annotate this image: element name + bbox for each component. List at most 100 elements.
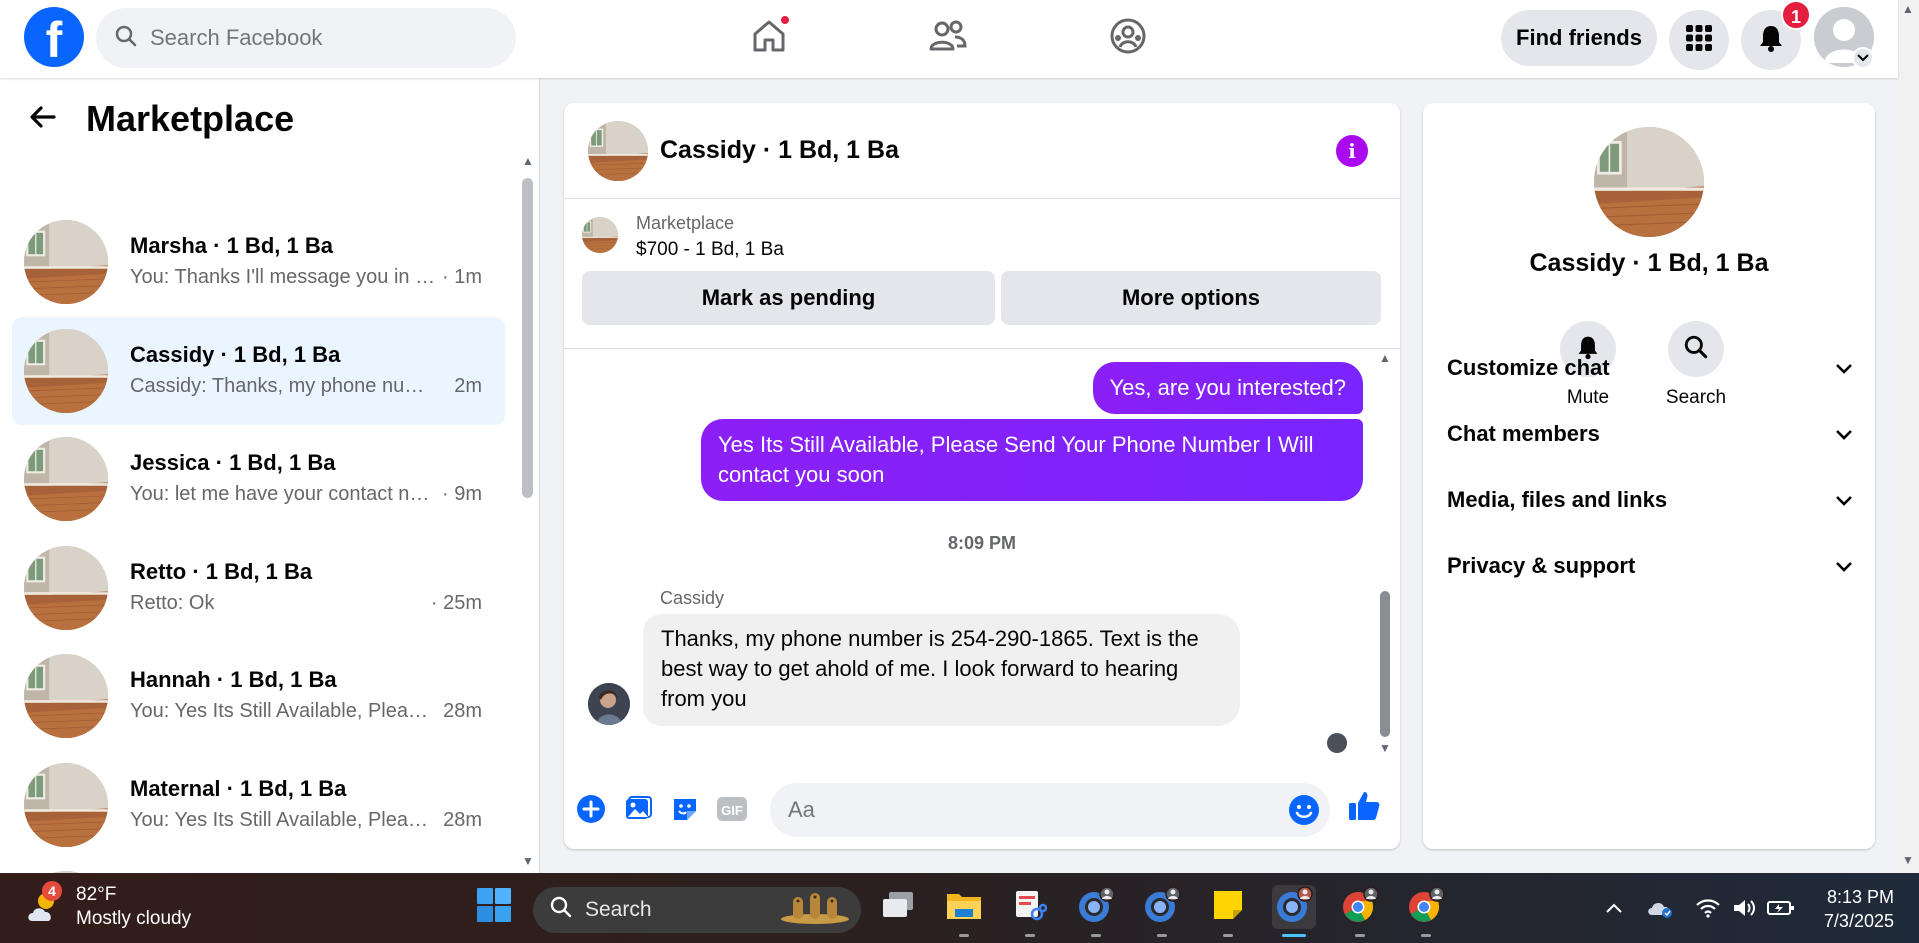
photo-icon	[623, 794, 653, 829]
chevron-down-icon	[1835, 355, 1853, 381]
scrollbar-thumb[interactable]	[1380, 591, 1390, 737]
weather-widget[interactable]: 4 82°F Mostly cloudy	[24, 881, 191, 931]
listing-price[interactable]: $700 - 1 Bd, 1 Ba	[636, 239, 784, 261]
message-input-box[interactable]	[770, 783, 1330, 837]
friends-nav-button[interactable]	[920, 10, 976, 66]
notifications-button[interactable]: 1	[1741, 0, 1811, 70]
send-like-button[interactable]	[1347, 791, 1381, 825]
mark-as-pending-button[interactable]: Mark as pending	[582, 271, 995, 325]
scroll-up-arrow-icon[interactable]: ▲	[521, 154, 535, 168]
chrome-color-icon	[1407, 885, 1445, 929]
chat-header: Cassidy · 1 Bd, 1 Ba i	[564, 103, 1400, 199]
details-section-row[interactable]: Media, files and links	[1447, 480, 1853, 520]
chrome-profile-3-button[interactable]	[1272, 885, 1316, 937]
battery-button[interactable]	[1766, 895, 1796, 925]
facebook-search[interactable]	[96, 8, 516, 68]
back-button[interactable]	[28, 102, 58, 137]
sticker-button[interactable]	[668, 794, 702, 828]
details-section-row[interactable]: Privacy & support	[1447, 546, 1853, 586]
conversation-item[interactable]: Jessica · 1 Bd, 1 Ba You: let me have you…	[12, 425, 505, 533]
account-menu-caret[interactable]	[1852, 47, 1874, 69]
listing-thumbnail[interactable]	[582, 217, 618, 253]
chrome-profile-4-button[interactable]	[1338, 885, 1382, 937]
onedrive-status-button[interactable]	[1645, 895, 1675, 925]
chrome-icon	[1143, 885, 1181, 929]
chat-title[interactable]: Cassidy · 1 Bd, 1 Ba	[660, 136, 899, 165]
taskbar-search[interactable]: Search	[533, 887, 861, 933]
conversation-item[interactable]: Marsha · 1 Bd, 1 Ba You: Thanks I'll mess…	[12, 208, 505, 316]
file-explorer-button[interactable]	[942, 885, 986, 937]
chat-avatar[interactable]	[588, 121, 648, 181]
chrome-profile-2-button[interactable]	[1140, 885, 1184, 937]
emoji-button[interactable]	[1288, 794, 1320, 831]
chrome-color-icon	[1341, 885, 1379, 929]
volume-button[interactable]	[1730, 895, 1760, 925]
details-section-row[interactable]: Customize chat	[1447, 348, 1853, 388]
folder-icon	[945, 889, 983, 926]
home-notification-dot	[779, 14, 791, 26]
facebook-logo[interactable]: f	[24, 7, 84, 67]
conversation-preview-row: You: Thanks I'll message you in a ... · 1…	[130, 261, 482, 293]
page-scrollbar[interactable]: ▲ ▼	[1898, 0, 1919, 873]
chat-panel: Cassidy · 1 Bd, 1 Ba i Marketplace $700 …	[564, 103, 1400, 849]
facebook-marketplace-messenger: f Find friends	[0, 0, 1919, 943]
find-friends-button[interactable]: Find friends	[1501, 10, 1657, 66]
chrome-profile-1-button[interactable]	[1074, 885, 1118, 937]
chat-scrollbar[interactable]: ▲ ▼	[1378, 351, 1392, 761]
conversation-item[interactable]: Maternal · 1 Bd, 1 Ba You: Yes Its Still …	[12, 751, 505, 859]
cloud-sync-icon	[1646, 897, 1674, 924]
read-receipt-avatar	[1327, 733, 1347, 753]
inbox-scrollbar[interactable]: ▲ ▼	[521, 78, 535, 873]
conversation-info-button[interactable]: i	[1336, 135, 1368, 167]
task-view-button[interactable]	[876, 885, 920, 929]
conversation-preview: You: Yes Its Still Available, Please ...	[130, 808, 438, 831]
scroll-down-arrow-icon[interactable]: ▼	[1378, 741, 1392, 755]
scrollbar-thumb[interactable]	[522, 178, 533, 498]
conversation-name: Retto · 1 Bd, 1 Ba	[130, 558, 313, 584]
notification-count-badge: 1	[1781, 0, 1811, 30]
conversation-item[interactable]: Hannah · 1 Bd, 1 Ba You: Yes Its Still Av…	[12, 642, 505, 750]
gif-icon: GIF	[716, 794, 748, 829]
scroll-down-arrow-icon[interactable]: ▼	[1901, 853, 1915, 867]
conversation-avatar	[24, 328, 108, 413]
conversation-preview: You: Thanks I'll message you in a ...	[130, 266, 436, 288]
scroll-down-arrow-icon[interactable]: ▼	[521, 854, 535, 868]
conversation-time: · 9m	[442, 483, 482, 505]
running-indicator	[1223, 934, 1233, 937]
search-highlight-icon	[779, 889, 851, 931]
incoming-message[interactable]: Thanks, my phone number is 254-290-1865.…	[643, 614, 1240, 726]
profile-avatar[interactable]	[1594, 127, 1704, 237]
conversation-time: · 25m	[430, 591, 482, 614]
sticky-notes-button[interactable]	[1206, 885, 1250, 937]
home-nav-button[interactable]	[741, 10, 797, 66]
conversation-item[interactable]: Cassidy · 1 Bd, 1 Ba Cassidy: Thanks, my …	[12, 316, 505, 425]
conversation-name: Marsha · 1 Bd, 1 Ba	[130, 233, 333, 258]
conversation-details-panel: Cassidy · 1 Bd, 1 Ba Mute Search Customi…	[1423, 103, 1875, 849]
more-actions-button[interactable]	[574, 794, 608, 828]
attach-photo-button[interactable]	[621, 794, 655, 828]
start-button[interactable]	[472, 885, 516, 929]
wifi-button[interactable]	[1693, 895, 1723, 925]
sender-avatar[interactable]	[588, 683, 630, 725]
windows-logo-icon	[476, 887, 512, 928]
outgoing-message[interactable]: Yes, are you interested?	[1092, 362, 1363, 414]
conversation-name: Maternal · 1 Bd, 1 Ba	[130, 775, 347, 801]
gif-button[interactable]: GIF	[715, 794, 749, 828]
message-input[interactable]	[788, 797, 1268, 823]
conversation-preview: You: let me have your contact num...	[130, 483, 436, 505]
scroll-up-arrow-icon[interactable]: ▲	[1901, 2, 1915, 16]
snipping-tool-icon	[1013, 888, 1048, 927]
system-clock[interactable]: 8:13 PM 7/3/2025	[1812, 885, 1894, 933]
conversation-avatar	[24, 545, 108, 630]
conversation-item[interactable]: Retto · 1 Bd, 1 Ba Retto: Ok · 25m	[12, 534, 505, 642]
outgoing-message[interactable]: Yes Its Still Available, Please Send You…	[701, 419, 1363, 501]
more-options-button[interactable]: More options	[1001, 271, 1381, 325]
details-section-row[interactable]: Chat members	[1447, 414, 1853, 454]
snipping-tool-button[interactable]	[1008, 885, 1052, 937]
groups-nav-button[interactable]	[1100, 10, 1156, 66]
show-hidden-icons-button[interactable]	[1599, 895, 1629, 925]
scroll-up-arrow-icon[interactable]: ▲	[1378, 351, 1392, 365]
search-input[interactable]	[150, 25, 480, 51]
chrome-profile-5-button[interactable]	[1404, 885, 1448, 937]
menu-button[interactable]	[1669, 10, 1729, 70]
